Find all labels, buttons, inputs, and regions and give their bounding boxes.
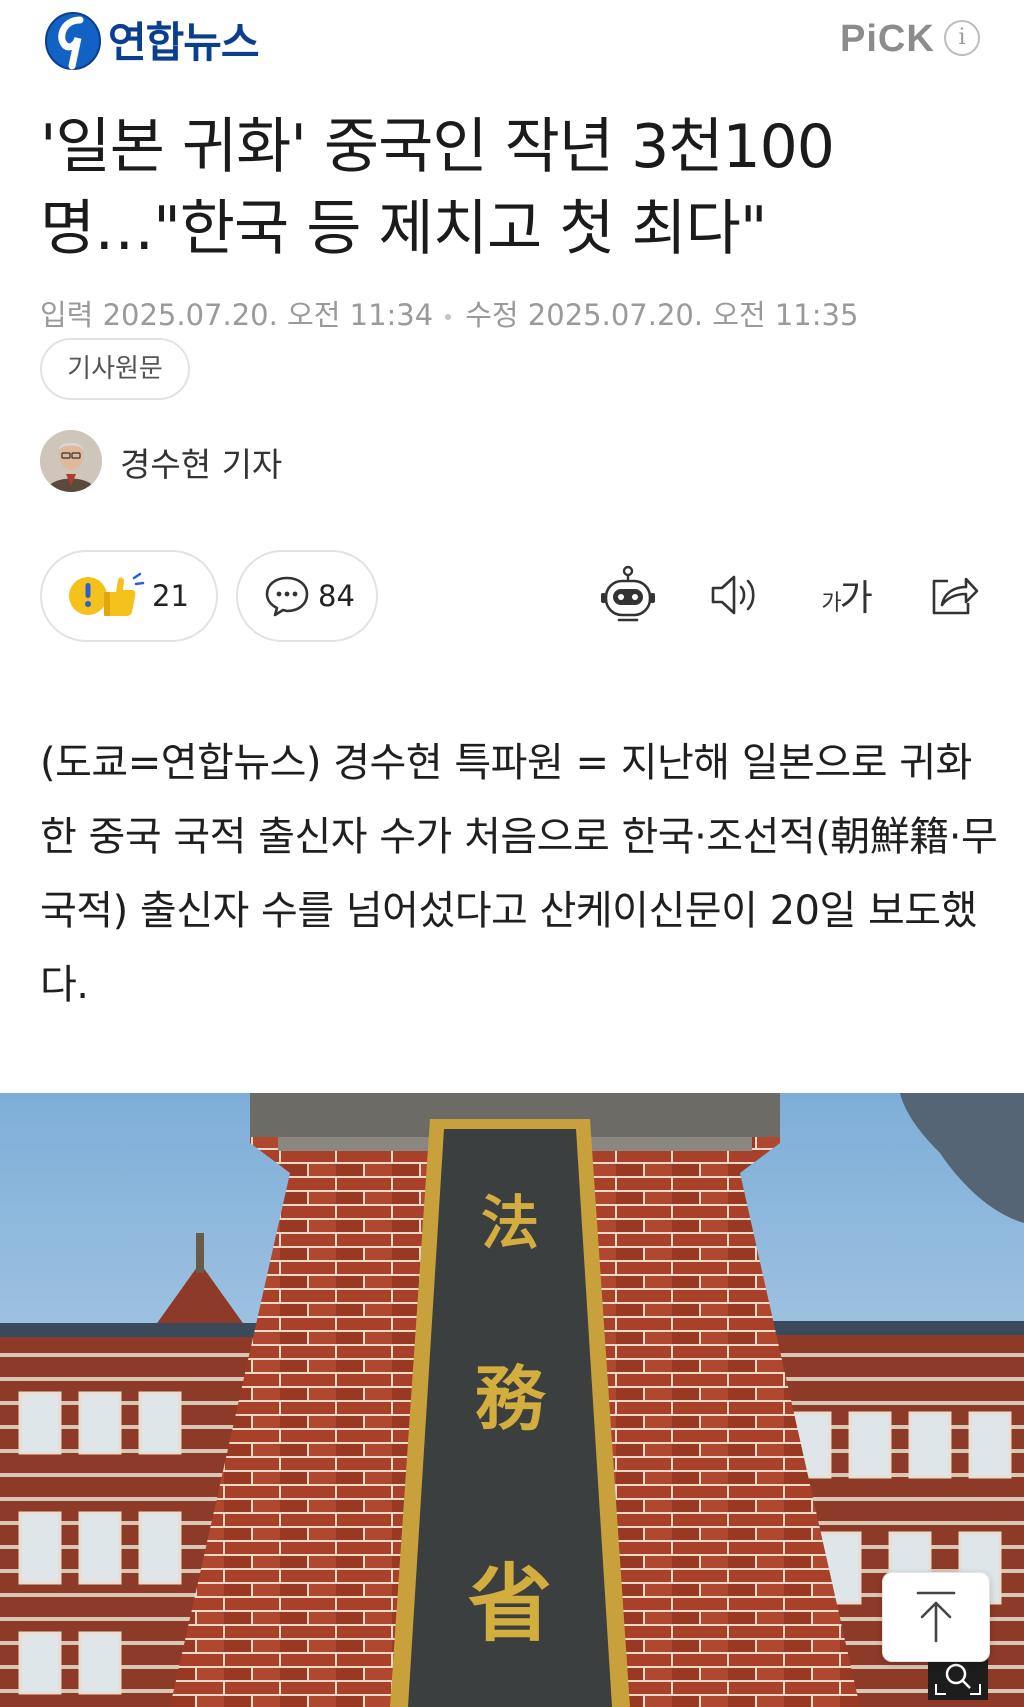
arrow-up-icon	[916, 1591, 956, 1643]
share-icon	[932, 577, 979, 615]
original-article-button[interactable]: 기사원문	[40, 338, 190, 400]
yonhap-logo-icon	[45, 12, 101, 70]
brand-logo[interactable]: 연합뉴스	[42, 6, 260, 72]
text-to-speech-button[interactable]	[704, 560, 766, 630]
info-icon[interactable]: i	[944, 20, 980, 56]
separator-dot	[445, 314, 452, 320]
signboard-char-1: 法	[481, 1189, 539, 1257]
ai-summary-robot-icon	[601, 565, 655, 622]
reaction-count: 21	[152, 579, 189, 613]
signboard-char-2: 務	[475, 1357, 547, 1440]
share-button[interactable]	[924, 560, 984, 630]
ai-summary-button[interactable]	[592, 560, 664, 630]
article-photo[interactable]: 法 務 省	[0, 1093, 1024, 1707]
reporter-photo	[40, 430, 102, 492]
reporter-name[interactable]: 경수현 기자	[120, 438, 282, 486]
top-bar: 연합뉴스 PiCK i	[0, 0, 1024, 80]
font-size-label: 가가	[821, 578, 872, 619]
edit-time: 수정 2025.07.20. 오전 11:35	[465, 298, 859, 332]
ministry-of-justice-photo: 法 務 省	[0, 1093, 1024, 1707]
article-timestamps: 입력 2025.07.20. 오전 11:34 수정 2025.07.20. 오전…	[40, 292, 858, 334]
pick-label[interactable]: PiCK	[840, 18, 935, 61]
font-size-small: 가	[821, 591, 841, 616]
input-time: 입력 2025.07.20. 오전 11:34	[40, 298, 434, 332]
speech-bubble-icon	[265, 576, 309, 617]
reporter-avatar[interactable]	[40, 430, 102, 492]
reaction-emoji-icon	[69, 572, 145, 616]
article-body: (도쿄=연합뉴스) 경수현 특파원 = 지난해 일본으로 귀화한 중국 국적 출…	[40, 740, 998, 1008]
font-size-button[interactable]: 가가	[808, 560, 884, 630]
article-headline: '일본 귀화' 중국인 작년 3천100명…"한국 등 제치고 첫 최다"	[40, 112, 835, 264]
speaker-icon	[711, 575, 755, 615]
brand-name: 연합뉴스	[108, 17, 260, 67]
comment-count: 84	[318, 579, 355, 613]
reaction-button[interactable]: 21	[40, 550, 218, 642]
signboard-char-3: 省	[468, 1554, 552, 1653]
comment-button[interactable]: 84	[236, 550, 378, 642]
scroll-to-top-button[interactable]	[882, 1572, 990, 1662]
